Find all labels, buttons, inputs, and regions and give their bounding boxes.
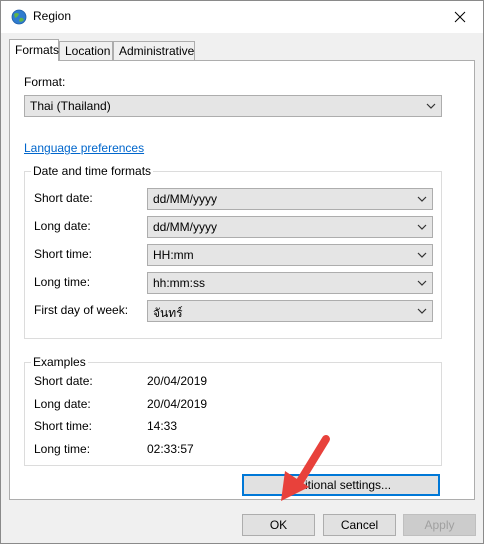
short-time-select[interactable]: HH:mm xyxy=(147,244,433,266)
format-label: Format: xyxy=(24,75,66,89)
example-long-time-label: Long time: xyxy=(34,442,91,456)
tab-location[interactable]: Location xyxy=(59,41,113,60)
first-day-of-week-label: First day of week: xyxy=(34,303,129,317)
chevron-down-icon xyxy=(417,308,427,314)
example-short-date-label: Short date: xyxy=(34,374,93,388)
apply-button[interactable]: Apply xyxy=(403,514,476,536)
additional-settings-button[interactable]: itional settings... xyxy=(242,474,440,496)
long-date-value: dd/MM/yyyy xyxy=(153,220,218,234)
long-date-select[interactable]: dd/MM/yyyy xyxy=(147,216,433,238)
example-short-time-value: 14:33 xyxy=(147,419,178,433)
short-time-value: HH:mm xyxy=(153,248,194,262)
short-date-select[interactable]: dd/MM/yyyy xyxy=(147,188,433,210)
tab-administrative[interactable]: Administrative xyxy=(113,41,195,60)
date-time-formats-group: Date and time formats Short date: dd/MM/… xyxy=(24,164,442,339)
example-long-time-value: 02:33:57 xyxy=(147,442,194,456)
language-preferences-link[interactable]: Language preferences xyxy=(24,141,144,155)
long-date-label: Long date: xyxy=(34,219,91,233)
tab-formats[interactable]: Formats xyxy=(9,39,59,61)
group-title-date-time-formats: Date and time formats xyxy=(31,164,154,178)
examples-group: Examples Short date: 20/04/2019 Long dat… xyxy=(24,355,442,466)
example-long-date-value: 20/04/2019 xyxy=(147,397,208,411)
chevron-down-icon xyxy=(417,224,427,230)
long-time-label: Long time: xyxy=(34,275,91,289)
short-time-label: Short time: xyxy=(34,247,93,261)
group-title-examples: Examples xyxy=(31,355,88,369)
formats-panel: Format: Thai (Thailand) Language prefere… xyxy=(9,60,475,500)
region-dialog: Region Formats Location Administrative F… xyxy=(0,0,484,544)
title-bar: Region xyxy=(1,1,483,33)
globe-icon xyxy=(11,9,27,25)
chevron-down-icon xyxy=(417,196,427,202)
example-short-time-label: Short time: xyxy=(34,419,93,433)
first-day-of-week-select[interactable]: จันทร์ xyxy=(147,300,433,322)
close-icon xyxy=(454,11,466,23)
window-title: Region xyxy=(33,9,72,23)
short-date-label: Short date: xyxy=(34,191,93,205)
long-time-value: hh:mm:ss xyxy=(153,276,206,290)
example-long-date-label: Long date: xyxy=(34,397,91,411)
chevron-down-icon xyxy=(417,252,427,258)
format-select-value: Thai (Thailand) xyxy=(30,99,111,113)
cancel-button[interactable]: Cancel xyxy=(323,514,396,536)
short-date-value: dd/MM/yyyy xyxy=(153,192,218,206)
additional-settings-label: itional settings... xyxy=(305,478,392,492)
first-day-of-week-value: จันทร์ xyxy=(153,306,183,320)
ok-button[interactable]: OK xyxy=(242,514,315,536)
example-short-date-value: 20/04/2019 xyxy=(147,374,208,388)
chevron-down-icon xyxy=(426,103,436,109)
close-button[interactable] xyxy=(437,1,483,33)
chevron-down-icon xyxy=(417,280,427,286)
long-time-select[interactable]: hh:mm:ss xyxy=(147,272,433,294)
format-select[interactable]: Thai (Thailand) xyxy=(24,95,442,117)
